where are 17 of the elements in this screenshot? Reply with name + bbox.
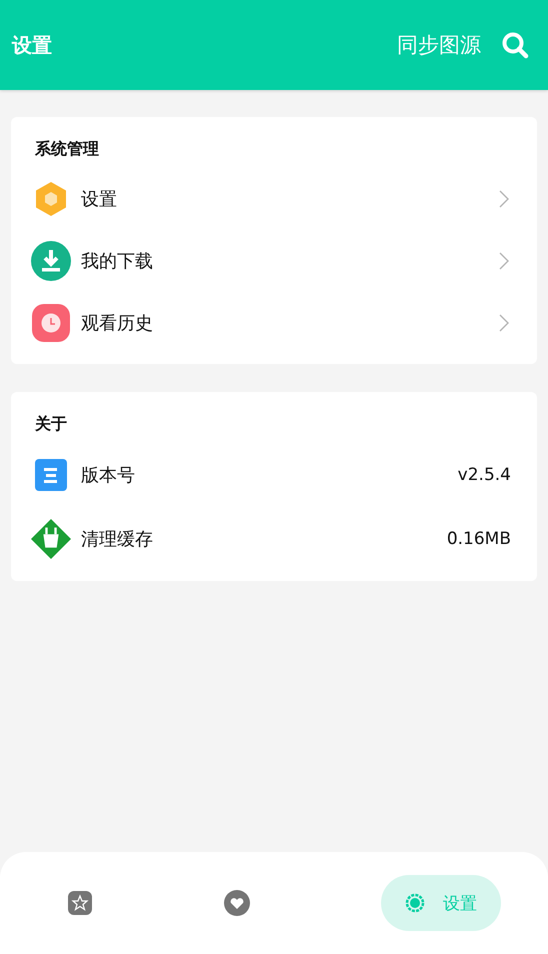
download-icon bbox=[31, 241, 71, 281]
menu-label[interactable]: 清理缓存 bbox=[81, 527, 447, 551]
chevron-icon bbox=[499, 190, 509, 208]
value-text: 0.16MB bbox=[446, 529, 511, 549]
chevron-icon bbox=[499, 314, 509, 332]
menu-label[interactable]: 我的下载 bbox=[81, 249, 499, 273]
trash-icon bbox=[31, 518, 71, 560]
value-text: v2.5.4 bbox=[458, 465, 511, 485]
gear-icon bbox=[403, 891, 427, 915]
chevron-icon bbox=[499, 252, 509, 270]
clock-icon bbox=[31, 304, 71, 342]
menu-label[interactable]: 设置 bbox=[81, 187, 499, 211]
section-title: 系统管理 bbox=[35, 139, 99, 160]
menu-label[interactable]: 版本号 bbox=[81, 463, 458, 487]
page-title: 设置 bbox=[12, 32, 53, 58]
section-title: 关于 bbox=[35, 414, 67, 435]
menu-label[interactable]: 观看历史 bbox=[81, 311, 499, 335]
